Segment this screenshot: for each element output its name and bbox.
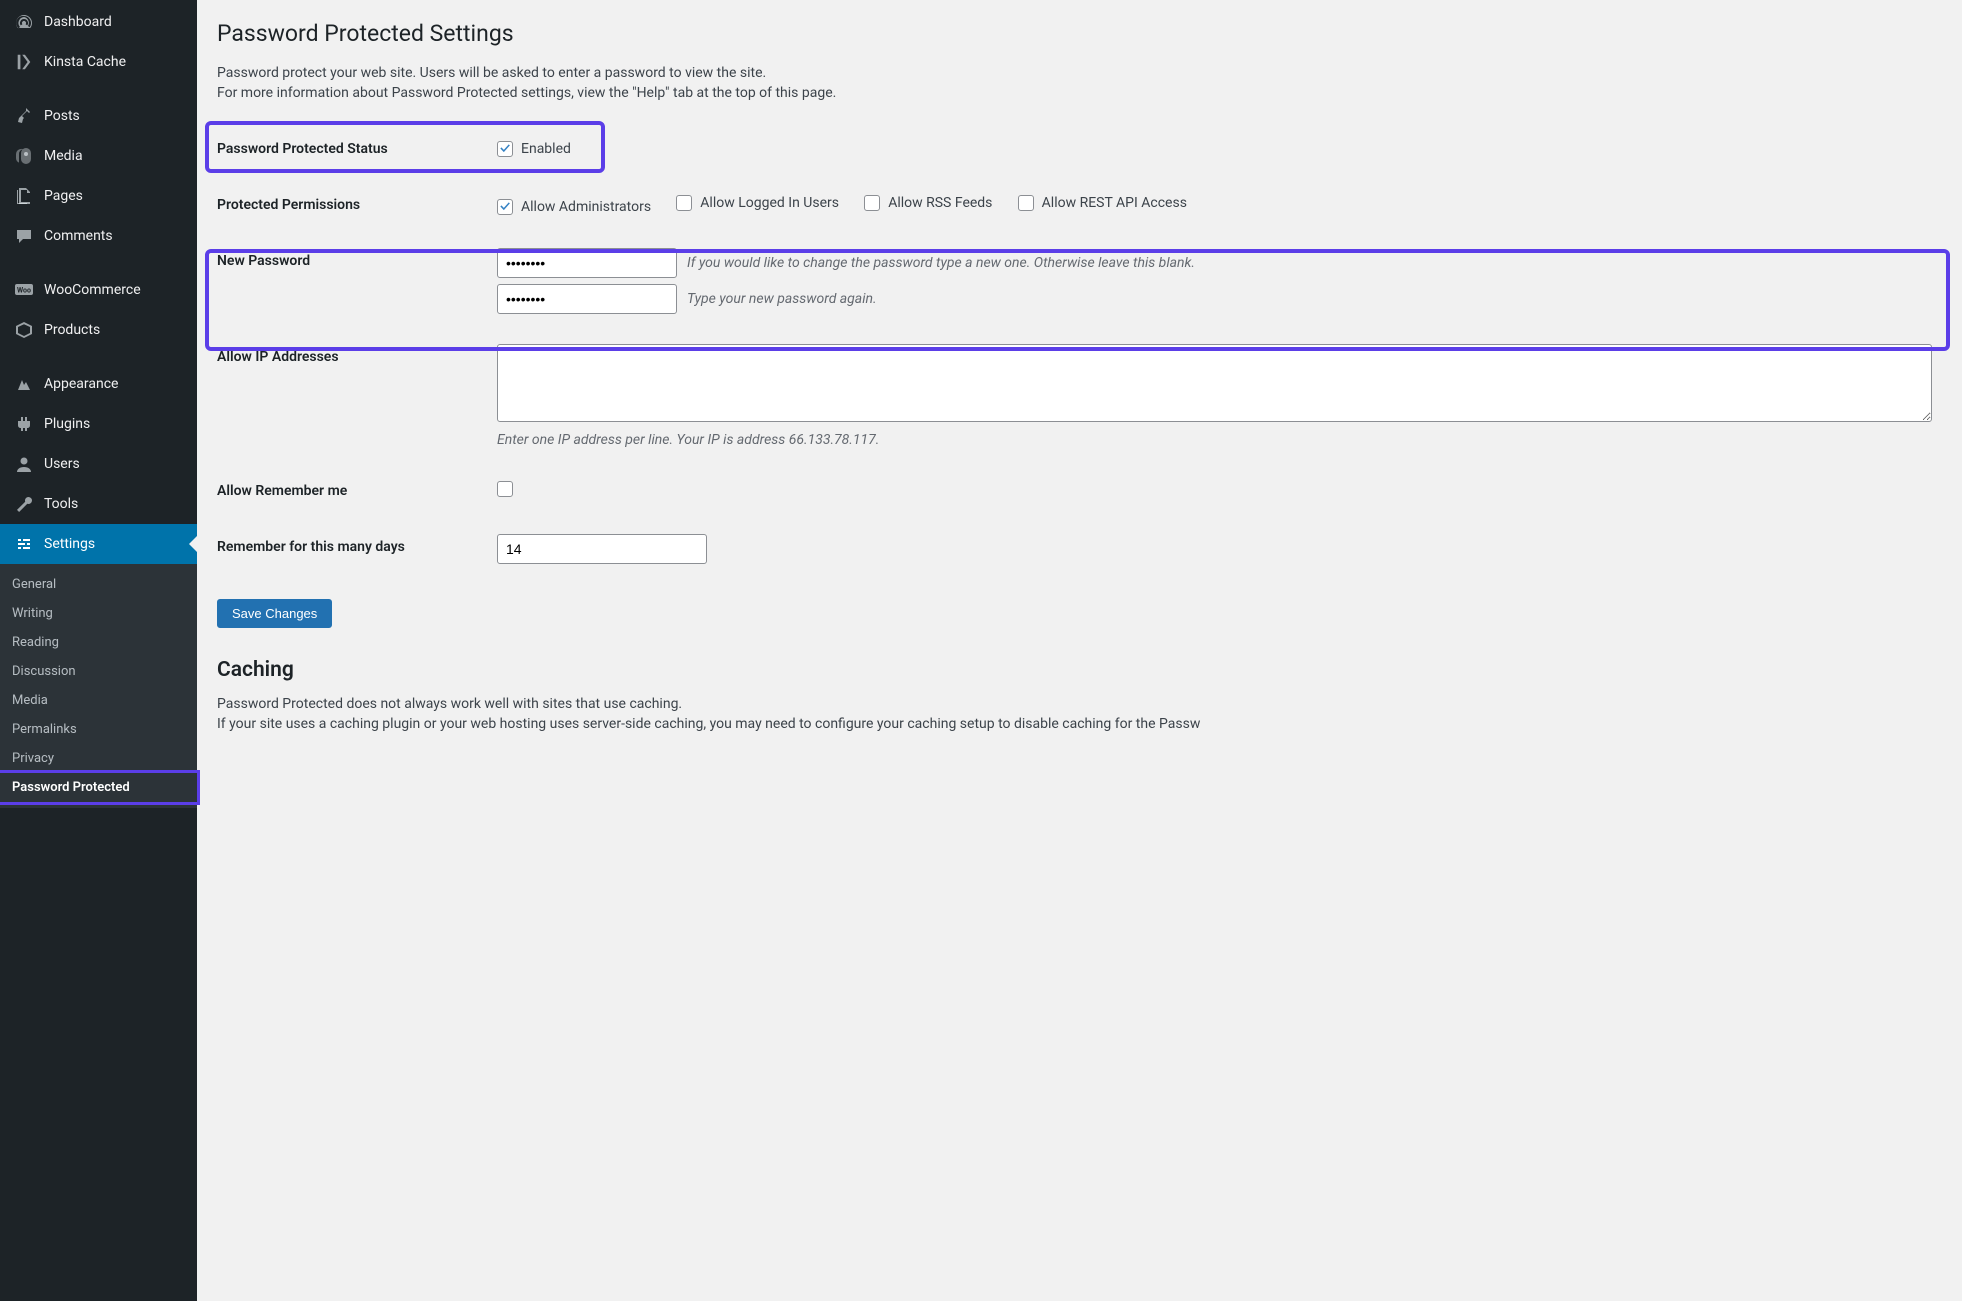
checkbox-wrap-rss[interactable]: Allow RSS Feeds [864, 195, 992, 211]
new-password-input-1[interactable] [497, 248, 677, 278]
caching-p2: If your site uses a caching plugin or yo… [217, 716, 1942, 732]
sidebar-label: Dashboard [44, 14, 112, 30]
settings-submenu: General Writing Reading Discussion Media… [0, 564, 197, 808]
row-status: Password Protected Status Enabled [217, 121, 1942, 177]
checkbox-logged-in[interactable] [676, 195, 692, 211]
sidebar-item-plugins[interactable]: Plugins [0, 404, 197, 444]
remember-days-input[interactable] [497, 534, 707, 564]
settings-icon [14, 534, 34, 554]
submenu-item-media[interactable]: Media [0, 686, 197, 715]
sidebar-label: Appearance [44, 376, 118, 392]
sidebar-item-users[interactable]: Users [0, 444, 197, 484]
sidebar-item-settings[interactable]: Settings [0, 524, 197, 564]
submenu-item-permalinks[interactable]: Permalinks [0, 715, 197, 744]
dashboard-icon [14, 12, 34, 32]
pin-icon [14, 106, 34, 126]
plugins-icon [14, 414, 34, 434]
caching-p1: Password Protected does not always work … [217, 696, 1942, 712]
label-new-password: New Password [217, 233, 487, 329]
checkbox-rss[interactable] [864, 195, 880, 211]
sidebar-item-dashboard[interactable]: Dashboard [0, 2, 197, 42]
checkbox-wrap-enabled[interactable]: Enabled [497, 141, 571, 157]
label-allow-remember: Allow Remember me [217, 463, 487, 519]
sidebar-label: Settings [44, 536, 95, 552]
row-new-password: New Password If you would like to change… [217, 233, 1942, 329]
sidebar-item-comments[interactable]: Comments [0, 216, 197, 256]
checkbox-label-rest: Allow REST API Access [1042, 195, 1187, 211]
checkbox-label-rss: Allow RSS Feeds [888, 195, 992, 211]
submenu-item-writing[interactable]: Writing [0, 599, 197, 628]
tools-icon [14, 494, 34, 514]
kinsta-icon [14, 52, 34, 72]
save-changes-button[interactable]: Save Changes [217, 599, 332, 628]
checkbox-rest[interactable] [1018, 195, 1034, 211]
submenu-item-password-protected[interactable]: Password Protected [0, 770, 200, 805]
appearance-icon [14, 374, 34, 394]
checkbox-wrap-admins[interactable]: Allow Administrators [497, 199, 651, 215]
pages-icon [14, 186, 34, 206]
submenu-item-general[interactable]: General [0, 570, 197, 599]
label-allow-ip: Allow IP Addresses [217, 329, 487, 463]
admin-sidebar: Dashboard Kinsta Cache Posts Media Pages… [0, 0, 197, 1301]
page-description-2: For more information about Password Prot… [217, 85, 1942, 101]
new-password-input-2[interactable] [497, 284, 677, 314]
sidebar-label: Media [44, 148, 83, 164]
sidebar-label: Comments [44, 228, 113, 244]
label-permissions: Protected Permissions [217, 177, 487, 233]
checkbox-wrap-logged-in[interactable]: Allow Logged In Users [676, 195, 839, 211]
checkbox-label-logged-in: Allow Logged In Users [700, 195, 839, 211]
hint-new-password-2: Type your new password again. [687, 291, 877, 307]
submenu-item-discussion[interactable]: Discussion [0, 657, 197, 686]
sidebar-label: Tools [44, 496, 78, 512]
sidebar-item-media[interactable]: Media [0, 136, 197, 176]
allow-ip-desc: Enter one IP address per line. Your IP i… [497, 432, 1932, 448]
row-allow-remember: Allow Remember me [217, 463, 1942, 519]
sidebar-label: Pages [44, 188, 83, 204]
sidebar-label: Kinsta Cache [44, 54, 126, 70]
submenu-item-reading[interactable]: Reading [0, 628, 197, 657]
page-title: Password Protected Settings [217, 20, 1942, 47]
sidebar-item-pages[interactable]: Pages [0, 176, 197, 216]
users-icon [14, 454, 34, 474]
checkbox-enabled[interactable] [497, 141, 513, 157]
sidebar-item-woocommerce[interactable]: Woo WooCommerce [0, 270, 197, 310]
label-status: Password Protected Status [217, 121, 487, 177]
comments-icon [14, 226, 34, 246]
checkbox-wrap-rest[interactable]: Allow REST API Access [1018, 195, 1187, 211]
woo-icon: Woo [14, 280, 34, 300]
main-content: Password Protected Settings Password pro… [197, 0, 1962, 1301]
sidebar-item-posts[interactable]: Posts [0, 96, 197, 136]
settings-form-table: Password Protected Status Enabled Protec… [217, 121, 1942, 579]
row-allow-ip: Allow IP Addresses Enter one IP address … [217, 329, 1942, 463]
products-icon [14, 320, 34, 340]
svg-text:Woo: Woo [17, 287, 31, 295]
checkbox-admins[interactable] [497, 199, 513, 215]
checkbox-allow-remember[interactable] [497, 481, 513, 497]
sidebar-item-products[interactable]: Products [0, 310, 197, 350]
sidebar-label: Plugins [44, 416, 90, 432]
allow-ip-textarea[interactable] [497, 344, 1932, 422]
sidebar-label: Users [44, 456, 80, 472]
sidebar-label: WooCommerce [44, 282, 141, 298]
sidebar-item-kinsta[interactable]: Kinsta Cache [0, 42, 197, 82]
sidebar-label: Products [44, 322, 100, 338]
caching-heading: Caching [217, 658, 1942, 682]
row-remember-days: Remember for this many days [217, 519, 1942, 579]
sidebar-label: Posts [44, 108, 80, 124]
sidebar-item-tools[interactable]: Tools [0, 484, 197, 524]
submenu-item-privacy[interactable]: Privacy [0, 744, 197, 773]
checkbox-label-enabled: Enabled [521, 141, 571, 157]
sidebar-item-appearance[interactable]: Appearance [0, 364, 197, 404]
hint-new-password-1: If you would like to change the password… [687, 255, 1195, 271]
checkbox-label-admins: Allow Administrators [521, 199, 651, 215]
row-permissions: Protected Permissions Allow Administrato… [217, 177, 1942, 233]
label-remember-days: Remember for this many days [217, 519, 487, 579]
page-description-1: Password protect your web site. Users wi… [217, 65, 1942, 81]
media-icon [14, 146, 34, 166]
